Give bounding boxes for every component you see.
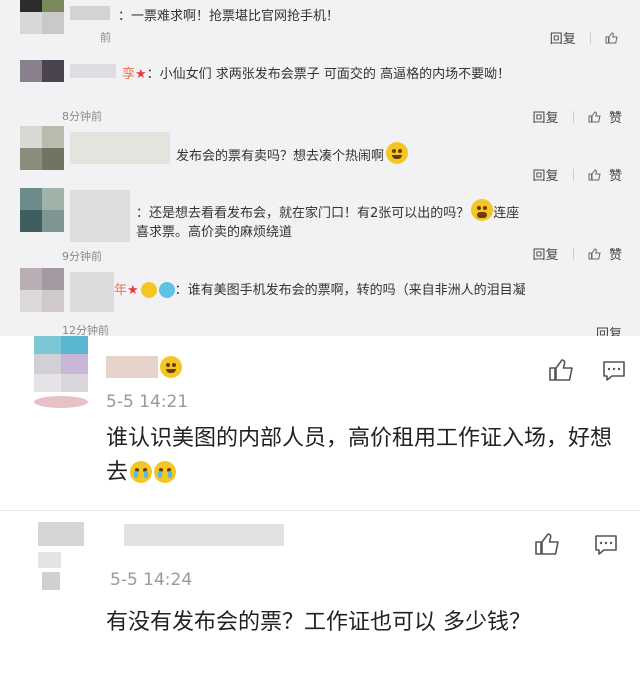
star-icon: ★ xyxy=(127,283,139,298)
avatar[interactable] xyxy=(20,0,64,34)
emoji-cry-icon xyxy=(130,461,153,483)
weibo-comment: 年★ ：谁有美图手机发布会的票啊，转的吗（来自非洲人的泪目凝 12分钟前 回复 xyxy=(0,266,640,336)
username-blurred[interactable] xyxy=(106,356,158,378)
comment-icon[interactable] xyxy=(594,534,618,556)
divider xyxy=(0,510,640,511)
comment-time: 9分钟前 xyxy=(62,250,102,263)
username-blurred[interactable] xyxy=(70,190,130,242)
emoji-scared-icon xyxy=(471,199,494,221)
username[interactable]: 年 xyxy=(114,283,127,298)
badge-icon xyxy=(158,282,175,298)
comment-text: 年★ ：谁有美图手机发布会的票啊，转的吗（来自非洲人的泪目凝 xyxy=(114,282,526,298)
username-blurred[interactable] xyxy=(70,272,114,312)
comment-actions: 回复 赞 xyxy=(533,107,622,126)
comment-time: 5-5 14:21 xyxy=(106,392,189,412)
comment-text: ：还是想去看看发布会，就在家门口！有2张可以出的吗？ 连座 xyxy=(136,199,519,221)
username-blurred[interactable] xyxy=(70,6,110,20)
comment-icon[interactable] xyxy=(602,360,626,382)
reply-link[interactable]: 回复 xyxy=(533,244,559,263)
reply-link[interactable]: 回复 xyxy=(596,323,622,336)
username-blurred[interactable] xyxy=(124,524,284,546)
reply-link[interactable]: 回复 xyxy=(533,165,559,184)
comment-text: 有没有发布会的票？工作证也可以 多少钱？ xyxy=(106,610,531,635)
star-icon: ★ xyxy=(135,67,147,82)
weibo-comment: ：一票难求啊！抢票堪比官网抢手机！ 前 回复 xyxy=(0,0,640,50)
avatar[interactable] xyxy=(20,126,64,170)
avatar[interactable] xyxy=(34,336,88,408)
weibo-comment: ：还是想去看看发布会，就在家门口！有2张可以出的吗？ 连座 喜求票。高价卖的麻烦绕… xyxy=(0,186,640,266)
avatar[interactable] xyxy=(20,188,64,232)
comment-text: 孪★：小仙女们 求两张发布会票子 可面交的 高逼格的内场不要呦！ xyxy=(122,67,511,82)
comment-text-line2: 喜求票。高价卖的麻烦绕道 xyxy=(136,225,293,240)
comment-text: 发布会的票有卖吗？想去凑个热闹啊 xyxy=(176,142,409,164)
emoji-smile-icon xyxy=(386,142,409,164)
comment-actions: 回复 xyxy=(550,28,622,47)
like-link[interactable]: 赞 xyxy=(609,244,622,263)
avatar[interactable] xyxy=(20,268,64,312)
comment-actions: 回复 赞 xyxy=(533,165,622,184)
like-link[interactable]: 赞 xyxy=(609,107,622,126)
comment-time: 前 xyxy=(100,31,111,44)
thumbs-up-icon[interactable] xyxy=(588,247,601,260)
weibo-comment-section: ：一票难求啊！抢票堪比官网抢手机！ 前 回复 孪★：小仙女们 求两张发布会票子 … xyxy=(0,0,640,336)
comment-item: 5-5 14:24 有没有发布会的票？工作证也可以 多少钱？ xyxy=(0,512,640,691)
avatar[interactable] xyxy=(20,60,64,86)
comment-actions: 回复 赞 xyxy=(533,244,622,263)
comment-text: 谁认识美图的内部人员，高价租用工作证入场，好想去 xyxy=(106,426,613,485)
thumbs-up-icon[interactable] xyxy=(588,168,601,181)
emoji-cry-icon xyxy=(154,461,177,483)
reply-link[interactable]: 回复 xyxy=(550,28,576,47)
comment-time: 8分钟前 xyxy=(62,110,102,123)
like-link[interactable]: 赞 xyxy=(609,165,622,184)
comment-time: 5-5 14:24 xyxy=(110,570,193,590)
username[interactable]: 孪 xyxy=(122,67,135,82)
comment-actions: 回复 xyxy=(596,323,622,336)
username-blurred[interactable] xyxy=(70,64,116,78)
thumbs-up-icon[interactable] xyxy=(605,31,618,44)
emoji-smile-icon xyxy=(140,282,157,298)
comment-time: 12分钟前 xyxy=(62,324,109,336)
weibo-comment: 发布会的票有卖吗？想去凑个热闹啊 回复 赞 xyxy=(0,126,640,186)
username-blurred[interactable] xyxy=(70,132,170,164)
avatar[interactable] xyxy=(38,522,84,590)
thumbs-up-icon[interactable] xyxy=(534,532,560,556)
comment-text: ：一票难求啊！抢票堪比官网抢手机！ xyxy=(118,9,340,24)
weibo-comment: 孪★：小仙女们 求两张发布会票子 可面交的 高逼格的内场不要呦！ 8分钟前 回复… xyxy=(0,50,640,126)
thumbs-up-icon[interactable] xyxy=(588,110,601,123)
emoji-smile-icon xyxy=(160,356,182,378)
thumbs-up-icon[interactable] xyxy=(548,358,574,382)
reply-link[interactable]: 回复 xyxy=(533,107,559,126)
comment-item: 5-5 14:21 谁认识美图的内部人员，高价租用工作证入场，好想去 xyxy=(0,336,640,508)
